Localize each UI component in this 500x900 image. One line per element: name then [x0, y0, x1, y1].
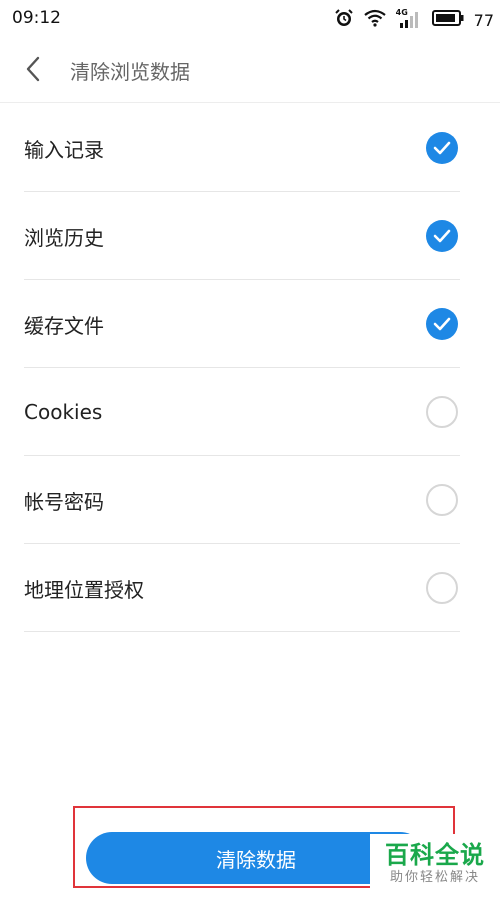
- list-item-label: 地理位置授权: [24, 577, 144, 602]
- clear-data-button-label: 清除数据: [216, 847, 296, 872]
- checkbox-unchecked[interactable]: [426, 572, 458, 604]
- list-item-passwords[interactable]: 帐号密码: [0, 456, 500, 544]
- list-item-location-permissions[interactable]: 地理位置授权: [0, 544, 500, 632]
- battery-icon: [431, 10, 464, 30]
- list-item-label: 浏览历史: [24, 225, 104, 250]
- signal-icon: 4G: [396, 8, 422, 29]
- list-item-label: 缓存文件: [24, 313, 104, 338]
- checkbox-checked[interactable]: [426, 308, 458, 340]
- status-icons: 4G 77: [334, 8, 494, 32]
- checkbox-unchecked[interactable]: [426, 484, 458, 516]
- checkmark-icon: [433, 317, 451, 331]
- page-title: 清除浏览数据: [70, 60, 190, 84]
- watermark-subtitle: 助你轻松解决: [389, 870, 480, 885]
- clear-data-options-list: 输入记录 浏览历史 缓存文件 Cookies 帐号密码 地理位置授权: [0, 104, 500, 632]
- checkmark-icon: [433, 141, 451, 155]
- watermark-logo: 百科全说 助你轻松解决: [370, 834, 500, 894]
- status-bar: 09:12 4G 77: [0, 0, 500, 40]
- battery-level: 77: [473, 10, 494, 30]
- list-item-cache-files[interactable]: 缓存文件: [0, 280, 500, 368]
- watermark-title: 百科全说: [385, 841, 485, 869]
- chevron-left-icon: [24, 55, 42, 87]
- status-time: 09:12: [12, 8, 61, 28]
- header: 清除浏览数据: [0, 40, 500, 103]
- list-item-browse-history[interactable]: 浏览历史: [0, 192, 500, 280]
- checkbox-checked[interactable]: [426, 132, 458, 164]
- checkbox-unchecked[interactable]: [426, 396, 458, 428]
- list-item-label: Cookies: [24, 400, 103, 424]
- list-item-cookies[interactable]: Cookies: [0, 368, 500, 456]
- wifi-icon: [363, 9, 386, 31]
- back-button[interactable]: [14, 52, 52, 90]
- checkmark-icon: [433, 229, 451, 243]
- alarm-icon: [334, 8, 354, 32]
- list-item-input-history[interactable]: 输入记录: [0, 104, 500, 192]
- checkbox-checked[interactable]: [426, 220, 458, 252]
- list-item-label: 输入记录: [24, 137, 104, 162]
- list-item-label: 帐号密码: [24, 489, 104, 514]
